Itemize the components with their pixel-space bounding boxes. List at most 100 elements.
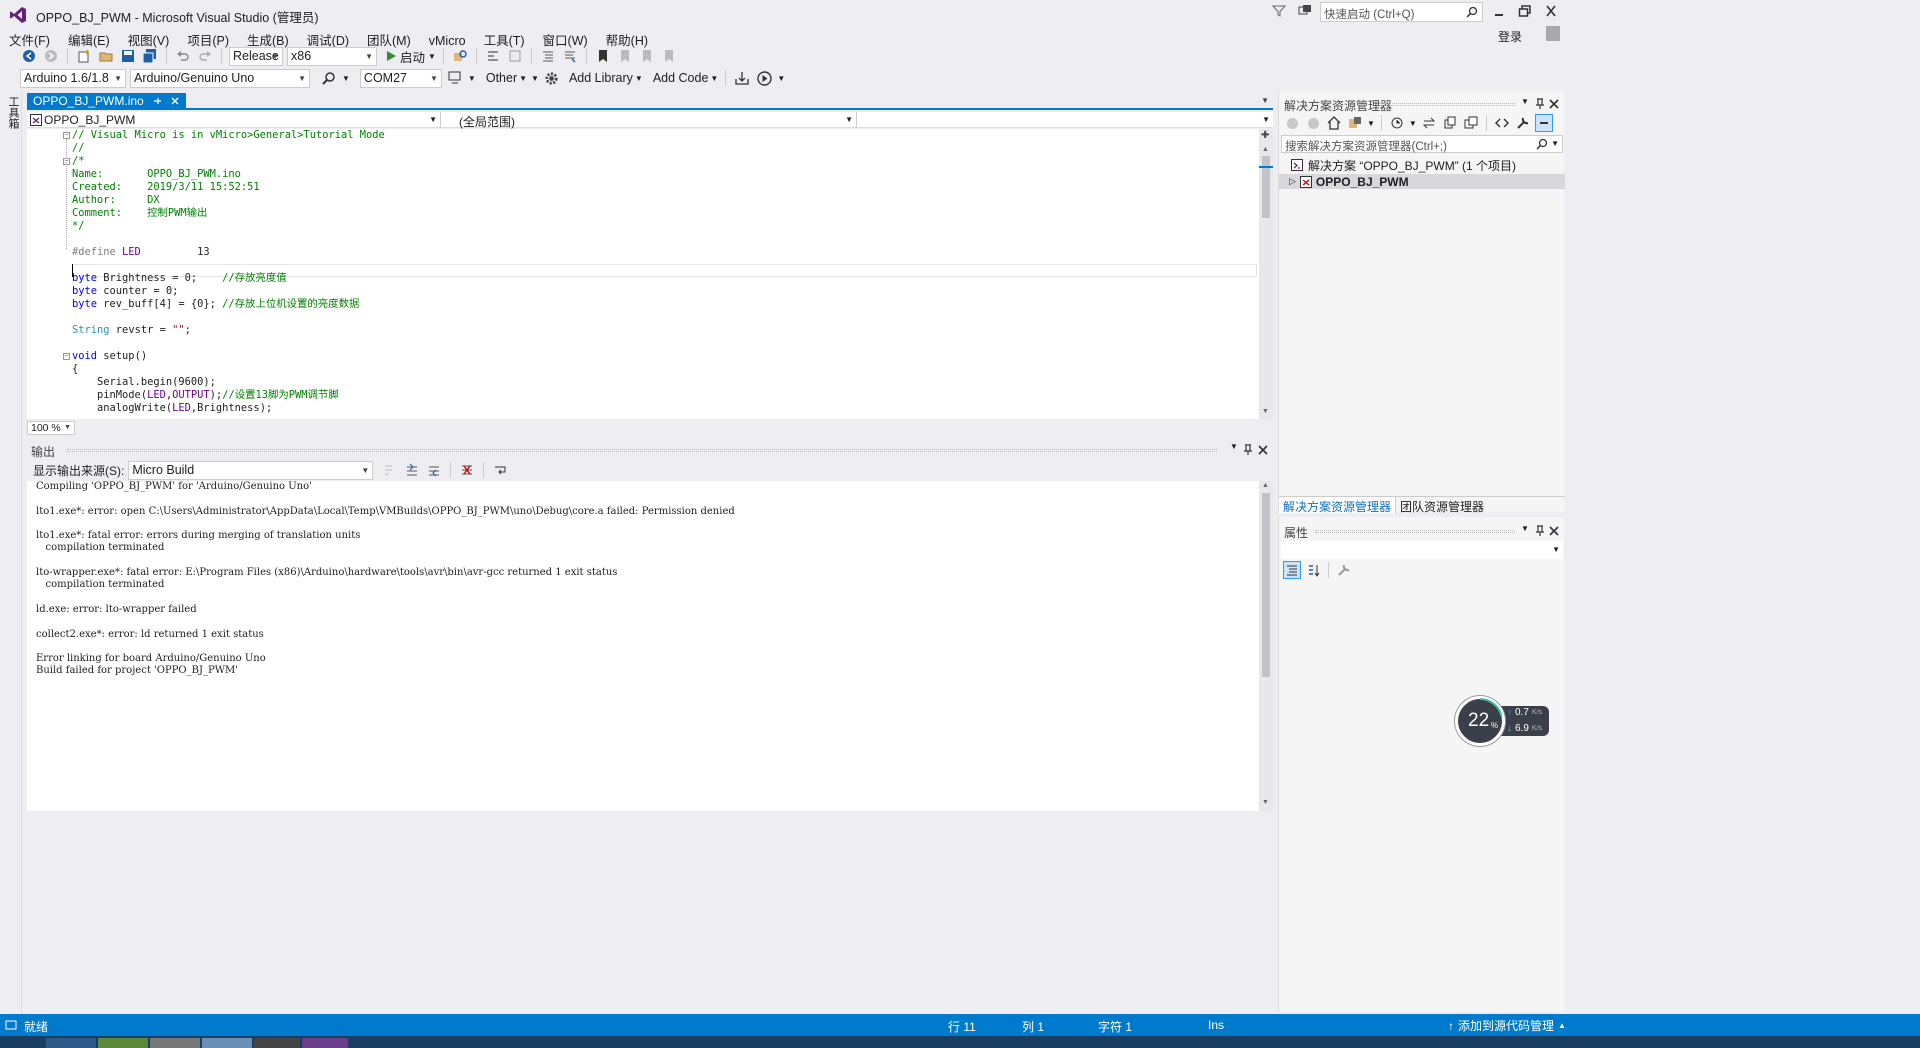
collapse-all-icon[interactable] [1462,114,1480,132]
minimize-button[interactable] [1492,6,1506,18]
taskbar-item[interactable] [46,1038,96,1048]
save-icon[interactable] [119,47,137,65]
forward-icon[interactable] [42,47,60,65]
settings-gear-icon[interactable] [543,69,561,87]
close-button[interactable] [1544,5,1558,17]
property-pages-wrench-icon[interactable] [1335,561,1353,579]
feedback-icon[interactable] [1298,4,1312,18]
taskbar-item[interactable] [254,1038,300,1048]
save-all-icon[interactable] [141,47,159,65]
properties-wrench-icon[interactable] [1514,114,1532,132]
output-scrollbar[interactable]: ▲ ▼ [1259,481,1273,811]
sync-icon[interactable] [1420,114,1438,132]
split-icon[interactable]: ✚ [1261,130,1269,141]
collapse-icon[interactable]: − [63,132,70,139]
alphabetical-icon[interactable] [1304,561,1322,579]
serial-monitor-icon[interactable] [446,69,464,87]
ide-dropdown[interactable]: Arduino 1.6/1.8 ▼ [20,68,126,88]
refresh-icon[interactable] [1441,114,1459,132]
pin-icon[interactable] [1535,98,1545,110]
other-menu[interactable]: Other ▼ [486,71,527,85]
bookmark-icon[interactable] [594,47,612,65]
scroll-thumb[interactable] [1262,493,1270,677]
scroll-up-icon[interactable]: ▲ [1262,146,1269,153]
add-to-source-control[interactable]: ↑ 添加到源代码管理 ▲ [1448,1017,1566,1034]
taskbar-item[interactable] [302,1038,348,1048]
window-position-icon[interactable]: ▼ [1521,97,1529,106]
upload-icon[interactable] [733,69,751,87]
output-source-dropdown[interactable]: Micro Build ▼ [128,460,374,480]
window-position-icon[interactable]: ▼ [1230,442,1238,451]
new-project-icon[interactable] [75,47,93,65]
categorized-icon[interactable] [1283,561,1301,579]
close-icon[interactable] [1258,445,1268,455]
window-position-icon[interactable]: ▼ [1521,524,1529,533]
zoom-dropdown[interactable]: 100 % ▼ [27,421,75,435]
nav-file-dropdown[interactable]: OPPO_BJ_PWM ▼ [27,112,441,128]
open-file-icon[interactable] [97,47,115,65]
scroll-down-icon[interactable]: ▼ [1262,408,1269,415]
close-icon[interactable] [1549,526,1559,536]
uncomment-icon[interactable] [561,47,579,65]
pending-changes-icon[interactable] [1388,114,1406,132]
scroll-up-icon[interactable]: ▲ [1262,482,1269,489]
find-message-icon[interactable] [381,461,399,479]
scroll-down-icon[interactable]: ▼ [1262,799,1269,806]
comment-icon[interactable] [539,47,557,65]
add-code-menu[interactable]: Add Code ▼ [653,71,719,85]
pin-icon[interactable] [1243,444,1253,456]
properties-object-dropdown[interactable]: ▼ [1281,541,1563,559]
board-dropdown[interactable]: Arduino/Genuino Uno ▼ [130,68,310,88]
clear-all-icon[interactable] [458,461,476,479]
undo-icon[interactable] [174,47,192,65]
filter-icon[interactable] [1272,4,1286,18]
taskbar-item[interactable] [98,1038,148,1048]
prev-bookmark-icon[interactable] [616,47,634,65]
home-icon[interactable] [1325,114,1343,132]
solution-search-input[interactable]: 搜索解决方案资源管理器(Ctrl+;) ▼ [1281,135,1563,153]
prev-message-icon[interactable] [403,461,421,479]
redo-icon[interactable] [196,47,214,65]
find-in-files-icon[interactable] [451,47,469,65]
nav-scope-dropdown[interactable]: (全局范围) ▼ [443,112,857,129]
collapse-icon[interactable]: − [63,353,70,360]
close-icon[interactable] [1549,99,1559,109]
tree-item-project[interactable]: ▷ OPPO_BJ_PWM [1279,174,1565,189]
step-icon[interactable] [484,47,502,65]
output-window-icon[interactable] [5,1019,17,1031]
output-pane[interactable]: Compiling 'OPPO_BJ_PWM' for 'Arduino/Gen… [27,481,1273,811]
switch-views-icon[interactable] [1346,114,1364,132]
tab-team-explorer[interactable]: 团队资源管理器 [1395,496,1488,514]
net-speed-widget[interactable]: 22 % ↑ 0.7 K/s ↓ 6.9 K/s [1455,696,1551,746]
expand-icon[interactable]: ▷ [1289,176,1296,187]
next-message-icon[interactable] [425,461,443,479]
port-dropdown[interactable]: COM27 ▼ [359,68,442,88]
tab-solution-explorer[interactable]: 解决方案资源管理器 [1279,496,1396,514]
pin-icon[interactable] [1535,525,1545,537]
restore-button[interactable] [1518,5,1532,17]
tree-item-solution[interactable]: 解决方案 “OPPO_BJ_PWM” (1 个项目) [1279,157,1565,173]
next-bookmark-icon[interactable] [638,47,656,65]
nav-member-dropdown[interactable]: ▼ [859,112,1273,128]
tab-overflow-icon[interactable]: ▼ [1261,96,1269,105]
code-editor[interactable]: − − − // Visual Micro is in vMicro>General… [27,129,1273,419]
add-library-menu[interactable]: Add Library ▼ [569,71,643,85]
taskbar-item[interactable] [150,1038,200,1048]
close-tab-icon[interactable] [170,96,180,106]
tab-oppo-bj-pwm[interactable]: OPPO_BJ_PWM.ino [27,93,186,109]
debug-play-icon[interactable] [755,69,773,87]
pin-icon[interactable] [152,96,162,106]
back-icon[interactable] [20,47,38,65]
editor-scrollbar[interactable]: ✚ ▲ ▼ [1259,129,1273,419]
back-icon[interactable] [1283,114,1301,132]
start-button[interactable]: 启动 ▼ [385,47,436,66]
clear-bookmarks-icon[interactable] [660,47,678,65]
word-wrap-icon[interactable] [491,461,509,479]
preview-selected-icon[interactable] [1534,114,1553,132]
taskbar-item[interactable] [202,1038,252,1048]
config-dropdown[interactable]: Release ▼ [229,46,283,66]
toolbox-tab[interactable]: 工具箱 [5,96,21,129]
board-search-icon[interactable] [320,69,338,87]
platform-dropdown[interactable]: x86 ▼ [287,46,377,66]
view-code-icon[interactable] [1493,114,1511,132]
